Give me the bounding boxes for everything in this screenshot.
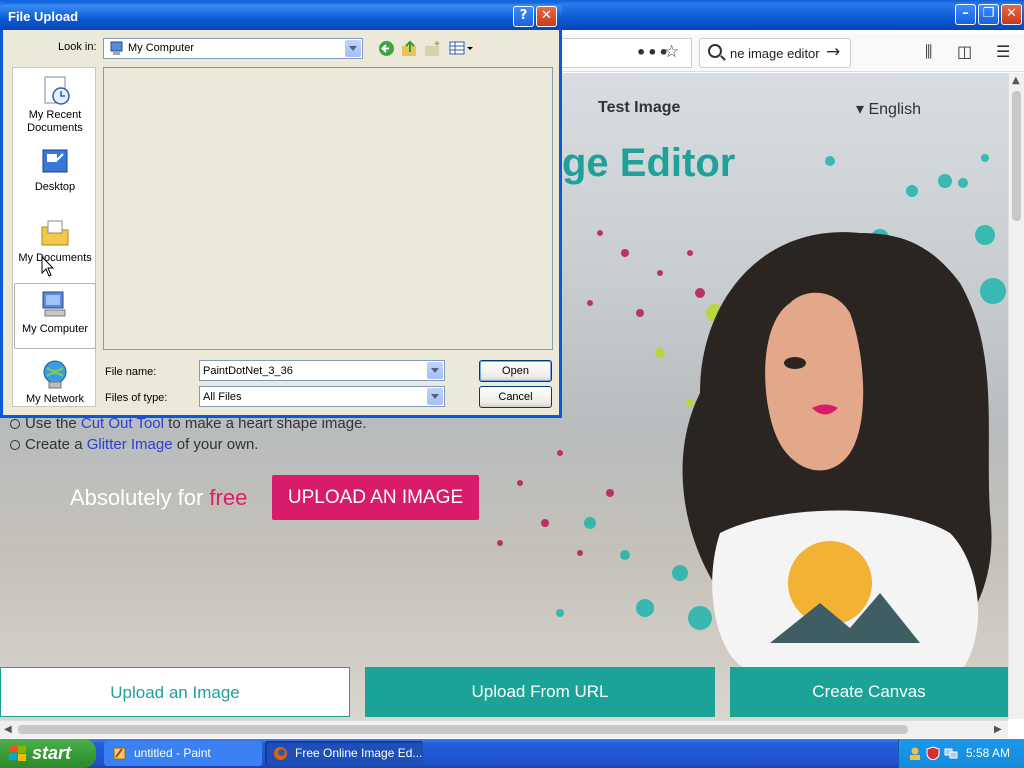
nav-test-image[interactable]: Test Image [598, 99, 680, 117]
network-icon[interactable] [944, 746, 958, 760]
file-name-field[interactable]: PaintDotNet_3_36 [199, 360, 445, 381]
bullet-text: Create a [25, 436, 87, 453]
up-folder-icon[interactable] [401, 40, 418, 57]
my-network-icon [43, 360, 67, 389]
language-selector[interactable]: ▾ English [856, 99, 921, 119]
vertical-scrollbar[interactable]: ▲ [1008, 73, 1024, 719]
search-go-icon[interactable]: → [826, 42, 840, 62]
scroll-right-icon[interactable]: ▶ [994, 724, 1002, 735]
clock: 5:58 AM [965, 746, 1010, 760]
menu-icon[interactable]: ☰ [996, 42, 1010, 61]
search-text[interactable]: ne image editor [730, 46, 820, 61]
start-button[interactable]: start [0, 739, 96, 768]
paint-icon [113, 747, 126, 760]
scroll-thumb[interactable] [1012, 91, 1021, 221]
place-my-documents[interactable]: My Documents [13, 217, 97, 265]
place-label: Desktop [34, 181, 76, 193]
places-bar: My Recent Documents Desktop My Documents… [12, 67, 96, 407]
scroll-left-icon[interactable]: ◀ [4, 724, 12, 735]
back-icon[interactable] [378, 40, 395, 57]
system-tray: 5:58 AM [898, 739, 1024, 768]
chevron-down-icon[interactable] [345, 40, 361, 57]
minimize-icon[interactable]: – [955, 4, 976, 25]
file-type-value: All Files [203, 391, 242, 403]
taskbar-item-browser[interactable]: Free Online Image Ed... [265, 741, 423, 766]
close-icon[interactable]: ✕ [1001, 4, 1022, 25]
feature-list: Use the Cut Out Tool to make a heart sha… [10, 413, 367, 455]
computer-icon [110, 41, 123, 55]
restore-icon[interactable]: ❐ [978, 4, 999, 25]
place-my-network[interactable]: My Network [13, 358, 97, 406]
upload-from-url-button[interactable]: Upload From URL [365, 667, 715, 717]
file-list-area[interactable] [103, 67, 553, 350]
search-bar[interactable]: ne image editor → [699, 38, 851, 68]
library-icon[interactable]: ⫼ [925, 42, 932, 62]
chevron-down-icon[interactable] [427, 388, 443, 405]
cancel-button[interactable]: Cancel [479, 386, 552, 408]
hero-title: ge Editor [562, 141, 736, 185]
new-folder-icon[interactable] [424, 40, 441, 57]
horizontal-scrollbar[interactable]: ◀ ▶ [0, 720, 1008, 738]
my-computer-icon [42, 291, 66, 317]
file-name-value: PaintDotNet_3_36 [203, 365, 293, 377]
mouse-cursor-icon [41, 256, 55, 277]
look-in-value: My Computer [128, 42, 195, 54]
place-label: My Recent Documents [27, 109, 83, 134]
chevron-down-icon[interactable] [427, 362, 443, 379]
file-type-label: Files of type: [105, 392, 168, 404]
recent-documents-icon [44, 76, 70, 105]
upload-an-image-button[interactable]: Upload an Image [0, 667, 350, 717]
security-shield-icon[interactable] [926, 746, 940, 760]
open-button[interactable]: Open [479, 360, 552, 382]
place-label: My Network [25, 393, 85, 405]
search-icon [708, 44, 722, 58]
file-name-label: File name: [105, 366, 157, 378]
taskbar: start untitled - Paint Free Online Image… [0, 739, 1024, 768]
place-my-computer[interactable]: My Computer [14, 283, 96, 349]
place-label: My Computer [21, 323, 89, 335]
dialog-title: File Upload [8, 9, 79, 24]
url-bar[interactable]: ••• ☆ [560, 38, 692, 68]
taskbar-item-label: untitled - Paint [134, 746, 211, 760]
tray-user-icon[interactable] [908, 746, 922, 760]
look-in-combo[interactable]: My Computer [103, 38, 363, 59]
taskbar-item-label: Free Online Image Ed... [295, 746, 423, 760]
place-recent-documents[interactable]: My Recent Documents [13, 74, 97, 135]
help-icon[interactable]: ? [513, 6, 534, 27]
language-label: English [868, 101, 921, 118]
sidebar-icon[interactable]: ◫ [957, 42, 972, 61]
start-label: start [32, 743, 72, 763]
bullet-text: of your own. [172, 436, 259, 453]
firefox-icon [274, 747, 287, 760]
taskbar-item-paint[interactable]: untitled - Paint [104, 741, 262, 766]
dialog-body: Look in: My Computer My Recent Documents… [3, 30, 559, 415]
file-upload-dialog: File Upload ? ✕ Look in: My Computer My … [0, 2, 562, 418]
free-word: free [209, 485, 248, 510]
bookmark-star-icon[interactable]: ☆ [664, 42, 679, 62]
windows-logo-icon [9, 745, 26, 761]
scroll-up-icon[interactable]: ▲ [1012, 75, 1020, 86]
file-type-select[interactable]: All Files [199, 386, 445, 407]
desktop-icon [42, 149, 68, 173]
tagline-text: Absolutely for [70, 485, 210, 510]
view-menu-icon[interactable] [449, 40, 473, 57]
hscroll-thumb[interactable] [18, 725, 908, 734]
create-canvas-button[interactable]: Create Canvas [730, 667, 1008, 717]
dialog-close-icon[interactable]: ✕ [536, 6, 557, 27]
list-item: Create a Glitter Image of your own. [10, 434, 367, 455]
place-desktop[interactable]: Desktop [13, 146, 97, 194]
dialog-titlebar[interactable]: File Upload ? ✕ [0, 2, 562, 30]
action-buttons: Upload an Image Upload From URL Create C… [0, 667, 1008, 719]
free-tagline: Absolutely for free [70, 485, 247, 511]
upload-image-button[interactable]: UPLOAD AN IMAGE [272, 475, 479, 520]
glitter-image-link[interactable]: Glitter Image [87, 436, 173, 453]
look-in-label: Look in: [58, 41, 97, 53]
my-documents-icon [41, 220, 69, 246]
